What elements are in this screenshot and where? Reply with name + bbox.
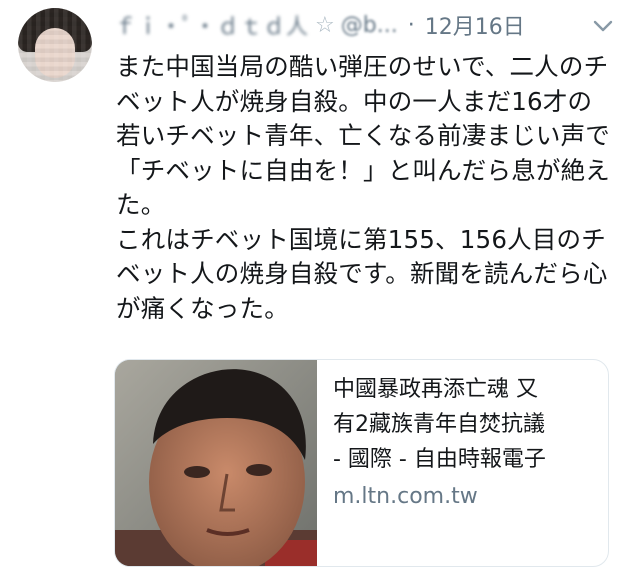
- card-photo-person: [115, 360, 317, 566]
- separator-dot: ·: [407, 12, 415, 38]
- tweet-date[interactable]: 12月16日: [425, 9, 525, 41]
- avatar[interactable]: [18, 8, 92, 82]
- card-title-line-3[interactable]: - 國際 - 自由時報電子: [333, 442, 598, 477]
- card-text: 中國暴政再添亡魂 又 有2藏族青年自焚抗議 - 國際 - 自由時報電子 m.lt…: [333, 372, 598, 514]
- tweet-header: ｆｉ・ﾟ・ｄｔｄ人 ☆ @b... · 12月16日: [114, 8, 617, 42]
- card-thumbnail: [115, 360, 317, 566]
- chevron-down-icon[interactable]: [593, 18, 613, 34]
- link-card[interactable]: 中國暴政再添亡魂 又 有2藏族青年自焚抗議 - 國際 - 自由時報電子 m.lt…: [114, 359, 609, 567]
- card-title-line-2[interactable]: 有2藏族青年自焚抗議: [333, 407, 598, 442]
- author-display-name[interactable]: ｆｉ・ﾟ・ｄｔｄ人: [114, 9, 309, 41]
- author-handle[interactable]: @b...: [341, 13, 398, 38]
- card-title-line-1[interactable]: 中國暴政再添亡魂 又: [333, 372, 598, 407]
- card-domain[interactable]: m.ltn.com.tw: [333, 479, 598, 514]
- avatar-pixelation: [18, 8, 92, 82]
- star-icon: ☆: [315, 12, 335, 38]
- tweet-text: また中国当局の酷い弾圧のせいで、二人のチベット人が焼身自殺。中の一人まだ16才の…: [116, 52, 610, 323]
